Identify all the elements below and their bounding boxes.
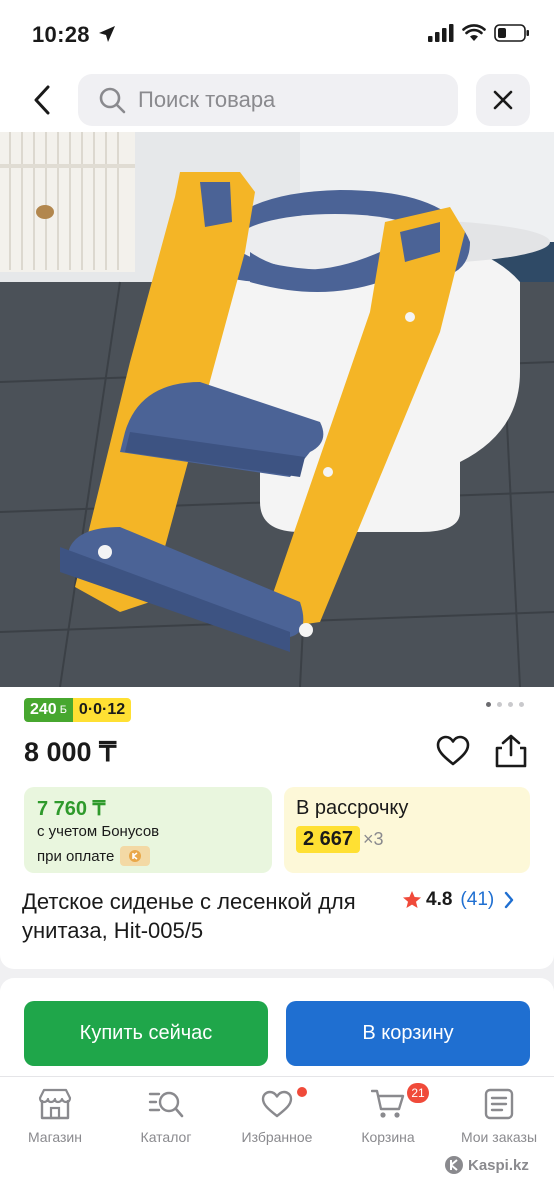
store-icon	[38, 1088, 72, 1120]
installment-amount: 2 667	[296, 826, 361, 853]
bonus-line2-row: при оплате	[37, 846, 151, 866]
tab-store[interactable]: Магазин	[0, 1087, 110, 1151]
product-card: 240 Б 0·0·12 8 000 ₸ 7 760 ₸ с учетом Бо…	[0, 687, 554, 969]
installment-badge: 0·0·12	[72, 698, 132, 722]
heart-icon	[436, 735, 470, 766]
product-image[interactable]	[0, 132, 554, 687]
close-icon	[493, 90, 513, 110]
search-box[interactable]	[78, 74, 458, 126]
bonus-badge: 240 Б	[24, 698, 73, 722]
chevron-left-icon	[34, 85, 50, 115]
gallery-dot[interactable]	[497, 702, 502, 707]
back-button[interactable]	[22, 78, 62, 122]
kaspi-watermark: Kaspi.kz	[444, 1155, 529, 1175]
status-indicators	[428, 24, 530, 42]
search-icon	[99, 87, 126, 114]
tab-cart[interactable]: 21 Корзина	[333, 1083, 443, 1151]
rating-link[interactable]: 4.8 (41)	[402, 889, 514, 911]
product-photo	[0, 132, 554, 687]
bonus-currency: Б	[59, 704, 67, 716]
orders-icon	[484, 1088, 514, 1120]
share-icon	[495, 734, 527, 768]
bonus-line2: при оплате	[37, 847, 115, 865]
tab-label: Каталог	[140, 1129, 192, 1145]
gallery-dots	[486, 702, 524, 707]
tab-orders[interactable]: Мои заказы	[444, 1087, 554, 1151]
tab-label: Корзина	[361, 1129, 415, 1145]
status-time: 10:28	[32, 22, 90, 47]
star-icon	[403, 891, 421, 908]
notification-dot	[297, 1087, 307, 1097]
installment-offer-card[interactable]: В рассрочку 2 667 ×3	[284, 787, 530, 873]
close-button[interactable]	[476, 74, 530, 126]
search-input[interactable]	[138, 87, 438, 113]
buy-now-button[interactable]: Купить сейчас	[24, 1001, 268, 1066]
location-arrow-icon	[99, 26, 115, 42]
bonus-amount: 240	[30, 701, 57, 718]
heart-icon	[261, 1090, 293, 1118]
watermark-text: Kaspi.kz	[468, 1156, 529, 1174]
tab-catalog[interactable]: Каталог	[111, 1087, 221, 1151]
favorite-button[interactable]	[436, 735, 472, 771]
tab-label: Магазин	[27, 1129, 82, 1145]
tab-label: Избранное	[241, 1129, 313, 1145]
rating-value: 4.8	[426, 889, 453, 910]
status-bar: 10:28	[0, 0, 554, 70]
gallery-dot[interactable]	[519, 702, 524, 707]
action-bar: Купить сейчас В корзину	[0, 978, 554, 1076]
share-button[interactable]	[494, 733, 530, 771]
signal-icon	[428, 24, 454, 42]
wifi-icon	[462, 24, 486, 41]
tab-label: Мои заказы	[460, 1129, 538, 1145]
bonus-line1: с учетом Бонусов	[37, 823, 160, 840]
add-to-cart-button[interactable]: В корзину	[286, 1001, 530, 1066]
product-price: 8 000 ₸	[24, 737, 117, 767]
gallery-dot[interactable]	[508, 702, 513, 707]
installment-times: ×3	[363, 829, 384, 849]
bonus-offer-card[interactable]: 7 760 ₸ с учетом Бонусов при оплате	[24, 787, 272, 873]
battery-icon	[494, 24, 529, 42]
product-title: Детское сиденье с лесенкой для унитаза, …	[22, 889, 356, 943]
cart-icon	[371, 1089, 405, 1118]
tab-bar: Магазин Каталог Избранное 21 Корзина Мои…	[0, 1076, 554, 1200]
cart-count-badge: 21	[407, 1083, 429, 1103]
bonus-price: 7 760 ₸	[37, 798, 106, 820]
installment-title: В рассрочку	[296, 797, 409, 819]
kaspi-logo-icon	[445, 1156, 463, 1174]
catalog-search-icon	[148, 1091, 184, 1118]
tab-favorites[interactable]: Избранное	[222, 1087, 332, 1151]
chevron-right-icon	[505, 891, 514, 909]
review-count: (41)	[460, 889, 495, 910]
search-header	[0, 70, 554, 132]
kaspi-gold-icon	[120, 846, 151, 866]
gallery-dot[interactable]	[486, 702, 491, 707]
promo-badges: 240 Б 0·0·12	[24, 698, 132, 722]
